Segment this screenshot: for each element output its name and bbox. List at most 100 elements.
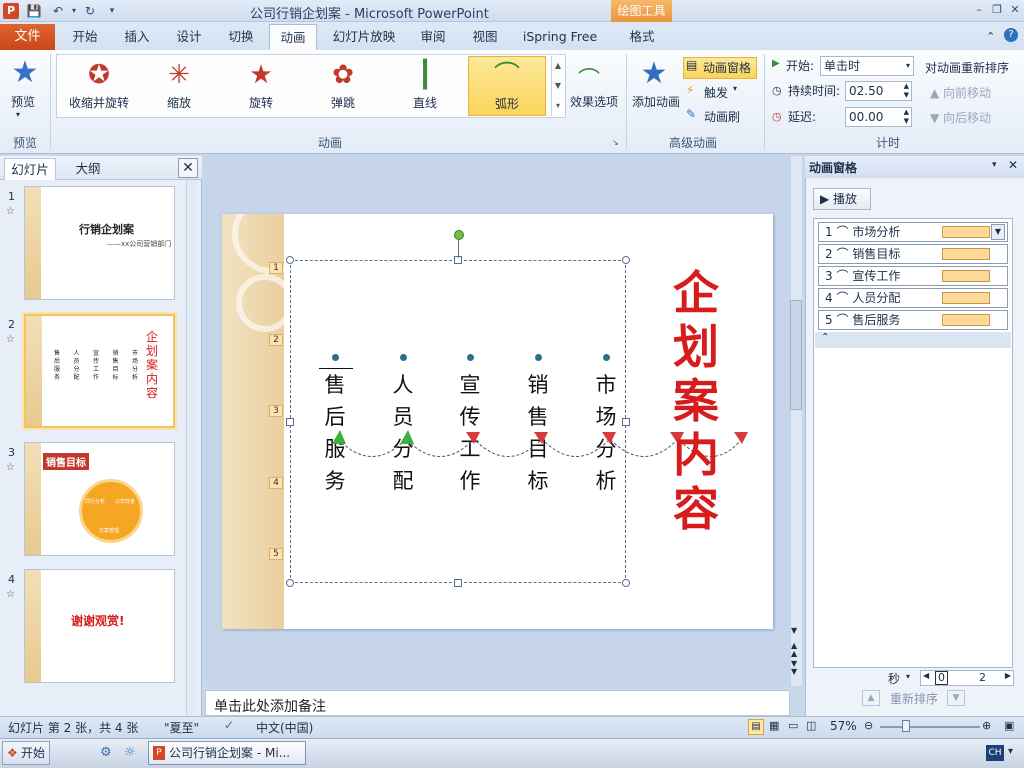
- tab-ispring[interactable]: iSpring Free: [516, 24, 604, 50]
- anim-line[interactable]: ┃ 直线: [386, 56, 464, 116]
- seconds-dropdown-icon[interactable]: ▾: [906, 672, 910, 681]
- start-button[interactable]: ❖ 开始: [2, 741, 50, 765]
- tab-animations[interactable]: 动画: [269, 24, 317, 50]
- timeline-right-icon[interactable]: ▶: [1005, 671, 1011, 680]
- zoom-in-icon[interactable]: ⊕: [982, 719, 991, 732]
- timeline-start: 0: [935, 671, 948, 685]
- shrink-turn-icon: ✪: [88, 60, 110, 90]
- powerpoint-app-icon[interactable]: P: [3, 3, 19, 19]
- help-icon[interactable]: ?: [1004, 28, 1018, 42]
- slide-title-vertical[interactable]: 企划案内容: [666, 266, 726, 536]
- zoom-slider-thumb[interactable]: [902, 720, 910, 732]
- ribbon-collapse-icon[interactable]: ⌃: [986, 30, 995, 43]
- move-earlier-button[interactable]: ▲ 向前移动: [930, 83, 991, 103]
- timeline-left-icon[interactable]: ◀: [923, 671, 929, 680]
- scroll-down-icon[interactable]: ▼: [791, 626, 797, 635]
- tab-file[interactable]: 文件: [0, 24, 55, 50]
- tab-outline[interactable]: 大纲: [62, 158, 114, 180]
- timeline-ruler[interactable]: ◀ 0 2 ▶: [920, 670, 1014, 686]
- slide-thumbnail-1[interactable]: 行销企划案 ——xx公司营销部门: [24, 186, 175, 300]
- play-button[interactable]: ▶ 播放: [813, 188, 871, 210]
- collapse-list-icon[interactable]: ⌃: [815, 332, 1011, 348]
- animation-painter-button[interactable]: 动画刷: [704, 107, 740, 127]
- notes-input[interactable]: 单击此处添加备注: [205, 690, 790, 716]
- anim-zoom[interactable]: ✳ 缩放: [140, 56, 218, 116]
- trigger-button[interactable]: 触发: [704, 83, 728, 103]
- undo-dropdown-icon[interactable]: ▾: [66, 3, 82, 19]
- gallery-scroll[interactable]: ▲ ▼ ▾: [551, 56, 564, 116]
- effect-options-icon[interactable]: ⌒: [578, 62, 600, 94]
- tab-slides[interactable]: 幻灯片: [4, 158, 56, 180]
- slide-thumbnail-2[interactable]: 售后服务 人员分配 宣传工作 销售目标 市场分析 企划案内容: [24, 314, 175, 428]
- add-animation-button[interactable]: 添加动画: [632, 92, 680, 112]
- trigger-dropdown-icon[interactable]: ▾: [733, 84, 737, 93]
- restore-icon[interactable]: ❐: [988, 2, 1006, 18]
- slide-canvas[interactable]: 1 2 3 4 5 售后服务 人员分配 宣传工作 销售目标 市场分析 企划案内容: [222, 214, 773, 629]
- start-select[interactable]: 单击时 ▾: [820, 56, 914, 76]
- ime-indicator[interactable]: CH: [986, 745, 1004, 761]
- duration-input[interactable]: 02.50 ▲ ▼: [845, 81, 912, 101]
- anim-spin[interactable]: ★ 旋转: [222, 56, 300, 116]
- slide-thumbnail-4[interactable]: 谢谢观赏!: [24, 569, 175, 683]
- pane-options-icon[interactable]: ▾: [992, 160, 997, 170]
- delay-input[interactable]: 00.00 ▲ ▼: [845, 107, 912, 127]
- preview-dropdown-icon[interactable]: ▾: [16, 110, 20, 119]
- minimize-icon[interactable]: –: [970, 2, 988, 18]
- slide-thumbnail-3[interactable]: 销售目标 同行分析 公司背景 方案管理: [24, 442, 175, 556]
- normal-view-icon[interactable]: ▤: [748, 719, 764, 735]
- save-icon[interactable]: 💾: [26, 3, 42, 19]
- anim-label: 直线: [412, 96, 437, 110]
- language[interactable]: 中文(中国): [256, 719, 313, 736]
- close-panel-icon[interactable]: ✕: [178, 158, 198, 178]
- spin-arrows-icon[interactable]: ▲ ▼: [904, 108, 909, 126]
- tab-insert[interactable]: 插入: [114, 24, 160, 50]
- next-slide-icon[interactable]: ▼ ▼: [791, 660, 797, 676]
- redo-icon[interactable]: ↻: [82, 3, 98, 19]
- editor-scrollbar[interactable]: [790, 156, 802, 686]
- anim-timing-bar: [942, 292, 990, 304]
- editor-scroll-thumb[interactable]: [790, 300, 802, 410]
- reading-view-icon[interactable]: ▭: [788, 719, 798, 732]
- zoom-level[interactable]: 57%: [830, 719, 857, 733]
- slideshow-view-icon[interactable]: ◫: [806, 719, 816, 732]
- prev-slide-icon[interactable]: ▲ ▲: [791, 642, 797, 658]
- close-icon[interactable]: ✕: [1006, 2, 1024, 18]
- theme-name[interactable]: "夏至": [164, 719, 199, 736]
- thumb-col: 售后服务: [54, 350, 61, 381]
- windows-logo-icon: ❖: [7, 746, 18, 760]
- customize-toolbar-icon[interactable]: ▾: [104, 3, 120, 19]
- tray-options-icon[interactable]: ▾: [1008, 746, 1013, 757]
- anim-bounce[interactable]: ✿ 弹跳: [304, 56, 382, 116]
- ie-browser-icon[interactable]: ☼: [124, 745, 136, 760]
- dialog-launcher-icon[interactable]: ↘: [612, 138, 619, 147]
- zoom-out-icon[interactable]: ⊖: [864, 719, 873, 732]
- spellcheck-icon[interactable]: ✓: [224, 718, 234, 732]
- slide-sorter-icon[interactable]: ▦: [769, 719, 779, 732]
- tab-home[interactable]: 开始: [62, 24, 108, 50]
- taskbar-item-powerpoint[interactable]: P 公司行销企划案 - Mi...: [148, 741, 306, 765]
- effect-options-button[interactable]: 效果选项: [570, 92, 618, 112]
- tab-design[interactable]: 设计: [166, 24, 212, 50]
- move-later-button[interactable]: ▼ 向后移动: [930, 108, 991, 128]
- tab-view[interactable]: 视图: [462, 24, 508, 50]
- preview-star-icon[interactable]: ★: [8, 56, 42, 90]
- tab-review[interactable]: 审阅: [410, 24, 456, 50]
- preview-button[interactable]: 预览: [11, 92, 35, 112]
- undo-icon[interactable]: ↶: [50, 3, 66, 19]
- close-pane-icon[interactable]: ✕: [1008, 158, 1018, 172]
- spin-arrows-icon[interactable]: ▲ ▼: [904, 82, 909, 100]
- move-down-icon[interactable]: ▼: [947, 690, 965, 706]
- add-animation-icon[interactable]: ★: [636, 56, 672, 92]
- show-desktop-icon[interactable]: ⚙: [100, 745, 112, 760]
- slides-scrollbar[interactable]: [186, 180, 198, 715]
- tab-slideshow[interactable]: 幻灯片放映: [324, 24, 404, 50]
- zoom-slider[interactable]: [880, 726, 980, 728]
- move-up-icon[interactable]: ▲: [862, 690, 880, 706]
- anim-name: 售后服务: [852, 313, 901, 327]
- fit-to-window-icon[interactable]: ▣: [1004, 719, 1014, 732]
- anim-arc[interactable]: ⌒ 弧形: [468, 56, 546, 116]
- anim-shrink-turn[interactable]: ✪ 收缩并旋转: [60, 56, 138, 116]
- tab-transitions[interactable]: 切换: [218, 24, 264, 50]
- chevron-down-icon[interactable]: ▼: [991, 224, 1005, 240]
- tab-format[interactable]: 格式: [618, 24, 666, 50]
